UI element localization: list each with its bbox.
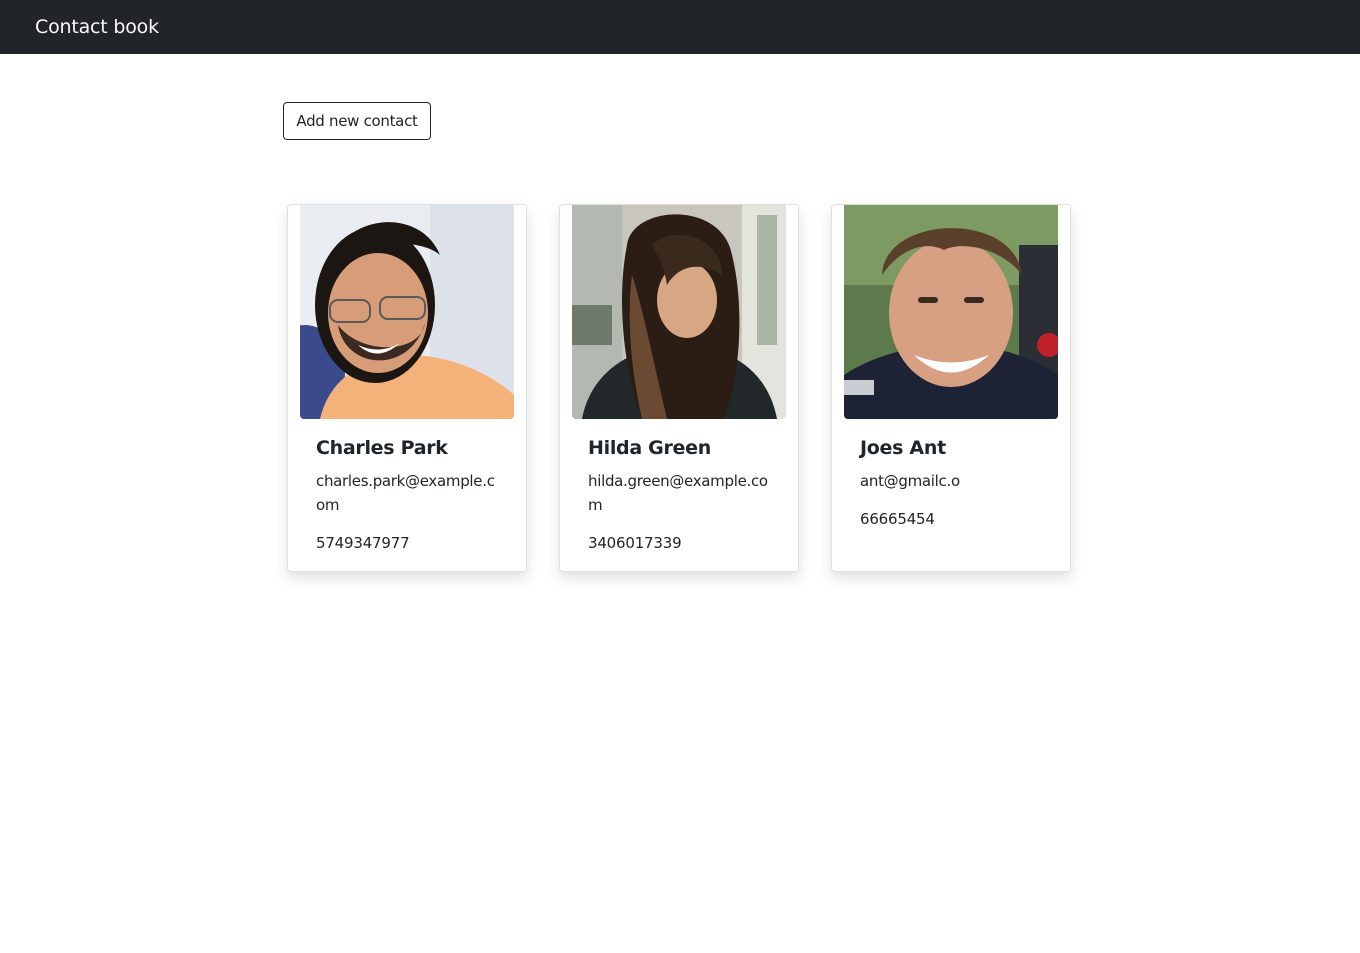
contact-phone: 3406017339 (588, 534, 682, 552)
navbar-brand[interactable]: Contact book (35, 14, 159, 40)
contact-name: Hilda Green (588, 437, 711, 459)
contact-photo (300, 205, 514, 419)
contact-email: charles.park@example.com (316, 472, 495, 514)
add-new-contact-button[interactable]: Add new contact (283, 102, 431, 140)
navbar: Contact book (0, 0, 1360, 54)
contact-phone: 66665454 (860, 510, 935, 528)
portrait-photo-icon (300, 205, 514, 419)
contact-email: ant@gmailc.o (860, 472, 960, 490)
contact-card[interactable]: Charles Park charles.park@example.com 57… (287, 204, 527, 572)
contact-photo (844, 205, 1058, 419)
contact-email: hilda.green@example.com (588, 472, 768, 514)
contact-card[interactable]: Joes Ant ant@gmailc.o 66665454 (831, 204, 1071, 572)
contact-photo (572, 205, 786, 419)
contact-phone: 5749347977 (316, 534, 410, 552)
contact-name: Joes Ant (860, 437, 946, 459)
contact-name: Charles Park (316, 437, 448, 459)
portrait-photo-icon (572, 205, 786, 419)
contact-card[interactable]: Hilda Green hilda.green@example.com 3406… (559, 204, 799, 572)
portrait-photo-icon (844, 205, 1058, 419)
